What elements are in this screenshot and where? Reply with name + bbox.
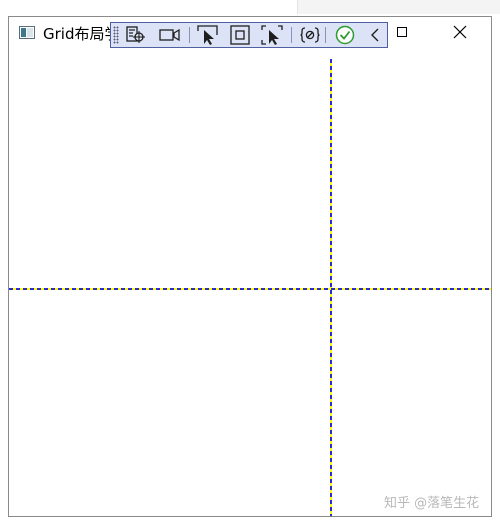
select-element-button[interactable] [197, 25, 219, 45]
accessibility-check-icon [335, 25, 355, 45]
toolbar-separator [189, 27, 190, 43]
app-window: Grid布局学 [8, 16, 492, 517]
window-title: Grid布局学 [43, 25, 120, 43]
xaml-runtime-toolbar [110, 22, 388, 48]
display-layout-adorners-icon [230, 25, 250, 45]
live-visual-tree-icon [126, 26, 145, 43]
accessibility-check-button[interactable] [334, 25, 356, 45]
record-icon [159, 28, 180, 42]
toolbar-grip[interactable] [113, 26, 119, 44]
close-icon [453, 25, 467, 39]
grid-row-divider [9, 288, 491, 290]
maximize-icon [397, 27, 407, 37]
collapse-toolbar-icon [371, 28, 379, 42]
grid-client-area [9, 47, 491, 516]
desktop: Grid布局学 知乎 @落笔生花 [0, 0, 500, 523]
display-layout-adorners-button[interactable] [229, 25, 251, 45]
live-visual-tree-button[interactable] [125, 25, 147, 45]
collapse-toolbar-button[interactable] [364, 25, 386, 45]
binding-failures-icon [300, 27, 320, 43]
record-button[interactable] [159, 25, 181, 45]
track-focus-icon [261, 25, 283, 45]
select-element-icon [197, 25, 218, 45]
toolbar-separator [291, 27, 292, 43]
close-button[interactable] [437, 17, 483, 47]
track-focus-button[interactable] [261, 25, 283, 45]
app-window-icon [19, 26, 35, 39]
background-window-strip [297, 0, 500, 14]
watermark-text: 知乎 @落笔生花 [384, 496, 480, 511]
toolbar-separator [325, 27, 326, 43]
binding-failures-button[interactable] [299, 25, 321, 45]
